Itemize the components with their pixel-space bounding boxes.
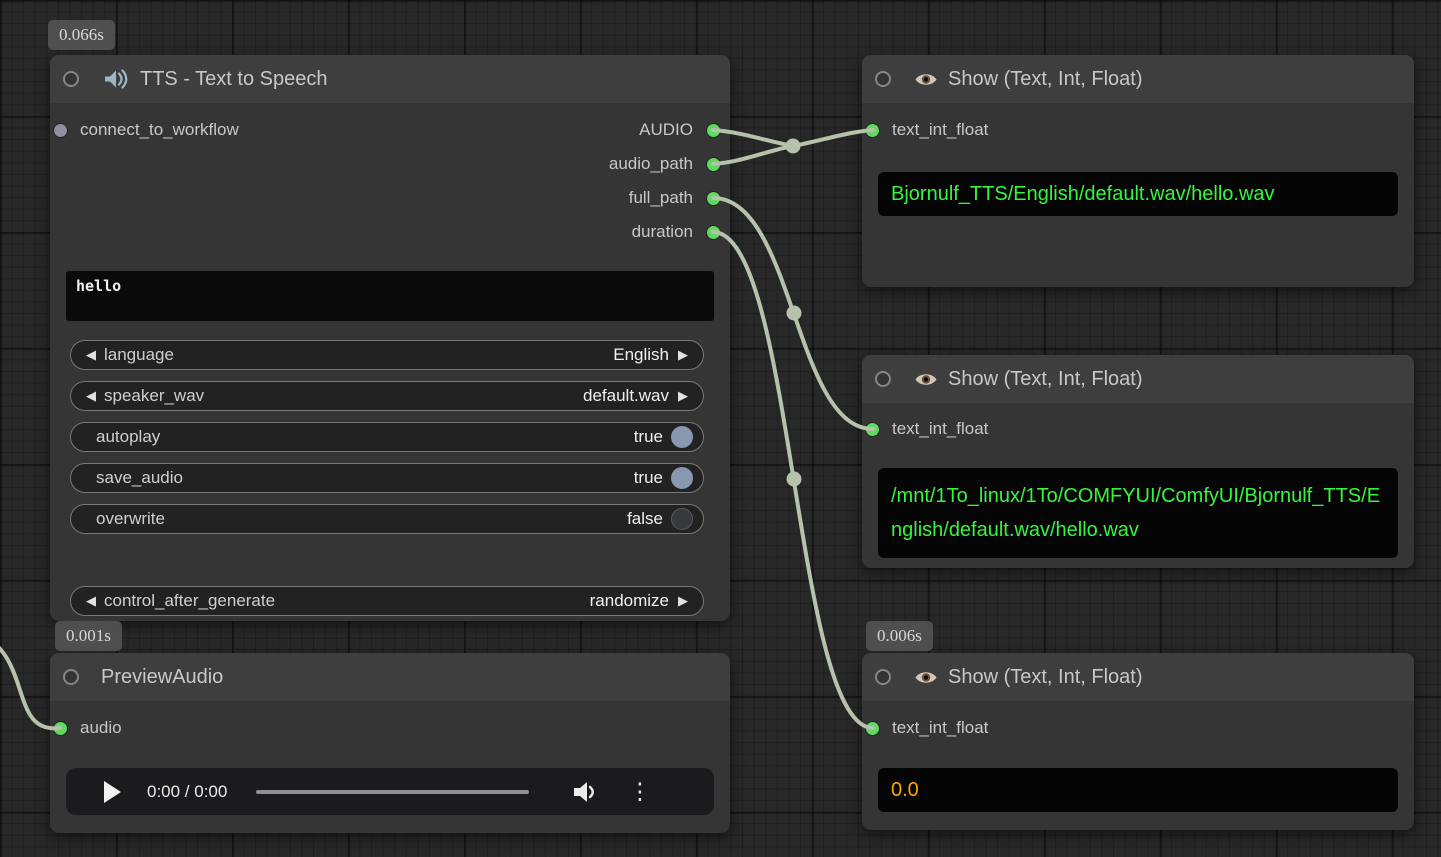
widget-save-audio[interactable]: save_audio true [70, 463, 704, 493]
node-tts[interactable]: 0.066s TTS - Text to Speech connect_to_w… [50, 55, 730, 621]
eye-icon [914, 669, 938, 686]
tts-speech-icon [102, 67, 130, 91]
widget-language[interactable]: ◀ language English ▶ [70, 340, 704, 370]
wire-full-path-to-show2 [713, 198, 873, 429]
input-slot-text-int-float[interactable]: text_int_float [866, 715, 988, 741]
node-title: Show (Text, Int, Float) [948, 368, 1143, 391]
volume-icon[interactable] [572, 780, 598, 804]
node-show-2[interactable]: Show (Text, Int, Float) text_int_float /… [862, 355, 1414, 568]
widget-overwrite[interactable]: overwrite false [70, 504, 704, 534]
link-midpoint-dot [786, 139, 801, 154]
collapse-dot[interactable] [875, 371, 891, 387]
eye-icon [914, 371, 938, 388]
toggle-knob[interactable] [671, 426, 693, 448]
collapse-dot[interactable] [63, 71, 79, 87]
player-menu-icon[interactable]: ⋮ [628, 780, 651, 803]
audio-player[interactable]: 0:00 / 0:00 ⋮ [66, 768, 714, 815]
graph-canvas[interactable]: 0.066s TTS - Text to Speech connect_to_w… [0, 0, 1441, 857]
toggle-knob[interactable] [671, 508, 693, 530]
show-value-display: 0.0 [878, 768, 1398, 812]
input-slot-dot[interactable] [866, 423, 879, 436]
node-title: TTS - Text to Speech [140, 68, 328, 91]
link-midpoint-dot [787, 472, 802, 487]
combo-next-icon[interactable]: ▶ [673, 347, 693, 363]
show-value-display: /mnt/1To_linux/1To/COMFYUI/ComfyUI/Bjorn… [878, 468, 1398, 558]
input-slot-text-int-float[interactable]: text_int_float [866, 117, 988, 143]
node-title: PreviewAudio [101, 666, 223, 689]
exec-time-badge: 0.001s [55, 621, 122, 651]
node-preview-audio[interactable]: 0.001s PreviewAudio audio 0:00 / 0:00 ⋮ [50, 653, 730, 833]
widget-autoplay[interactable]: autoplay true [70, 422, 704, 452]
link-midpoint-dot [787, 306, 802, 321]
combo-next-icon[interactable]: ▶ [673, 593, 693, 609]
player-time: 0:00 / 0:00 [147, 782, 227, 802]
combo-prev-icon[interactable]: ◀ [81, 593, 101, 609]
wire-to-show1 [793, 130, 873, 146]
node-titlebar[interactable]: Show (Text, Int, Float) [862, 55, 1414, 103]
show-value-display: Bjornulf_TTS/English/default.wav/hello.w… [878, 172, 1398, 216]
output-slot-audio-path[interactable]: audio_path [609, 151, 720, 177]
input-slot-connect-to-workflow[interactable]: connect_to_workflow [54, 117, 239, 143]
play-icon[interactable] [104, 781, 121, 803]
combo-prev-icon[interactable]: ◀ [81, 347, 101, 363]
collapse-dot[interactable] [875, 669, 891, 685]
widget-control-after-generate[interactable]: ◀ control_after_generate randomize ▶ [70, 586, 704, 616]
toggle-knob[interactable] [671, 467, 693, 489]
node-show-3[interactable]: 0.006s Show (Text, Int, Float) text_int_… [862, 653, 1414, 830]
node-titlebar[interactable]: TTS - Text to Speech [50, 55, 730, 103]
output-slot-dot[interactable] [707, 158, 720, 171]
combo-prev-icon[interactable]: ◀ [81, 388, 101, 404]
output-slot-duration[interactable]: duration [632, 219, 720, 245]
widget-speaker-wav[interactable]: ◀ speaker_wav default.wav ▶ [70, 381, 704, 411]
input-slot-dot[interactable] [54, 124, 67, 137]
node-titlebar[interactable]: PreviewAudio [50, 653, 730, 701]
wire-duration-to-show3 [713, 232, 873, 728]
node-titlebar[interactable]: Show (Text, Int, Float) [862, 355, 1414, 403]
output-slot-dot[interactable] [707, 226, 720, 239]
node-show-1[interactable]: Show (Text, Int, Float) text_int_float B… [862, 55, 1414, 287]
eye-icon [914, 71, 938, 88]
output-slot-audio[interactable]: AUDIO [639, 117, 720, 143]
output-slot-full-path[interactable]: full_path [629, 185, 720, 211]
output-slot-dot[interactable] [707, 124, 720, 137]
exec-time-badge: 0.006s [866, 621, 933, 651]
node-title: Show (Text, Int, Float) [948, 666, 1143, 689]
input-slot-audio[interactable]: audio [54, 715, 122, 741]
collapse-dot[interactable] [63, 669, 79, 685]
output-slot-dot[interactable] [707, 192, 720, 205]
exec-time-badge: 0.066s [48, 20, 115, 50]
seek-bar[interactable] [256, 790, 529, 794]
input-slot-dot[interactable] [866, 124, 879, 137]
node-title: Show (Text, Int, Float) [948, 68, 1143, 91]
input-slot-dot[interactable] [54, 722, 67, 735]
input-slot-text-int-float[interactable]: text_int_float [866, 416, 988, 442]
collapse-dot[interactable] [875, 71, 891, 87]
combo-next-icon[interactable]: ▶ [673, 388, 693, 404]
node-titlebar[interactable]: Show (Text, Int, Float) [862, 653, 1414, 701]
text-input-field[interactable]: hello [66, 271, 714, 321]
input-slot-dot[interactable] [866, 722, 879, 735]
